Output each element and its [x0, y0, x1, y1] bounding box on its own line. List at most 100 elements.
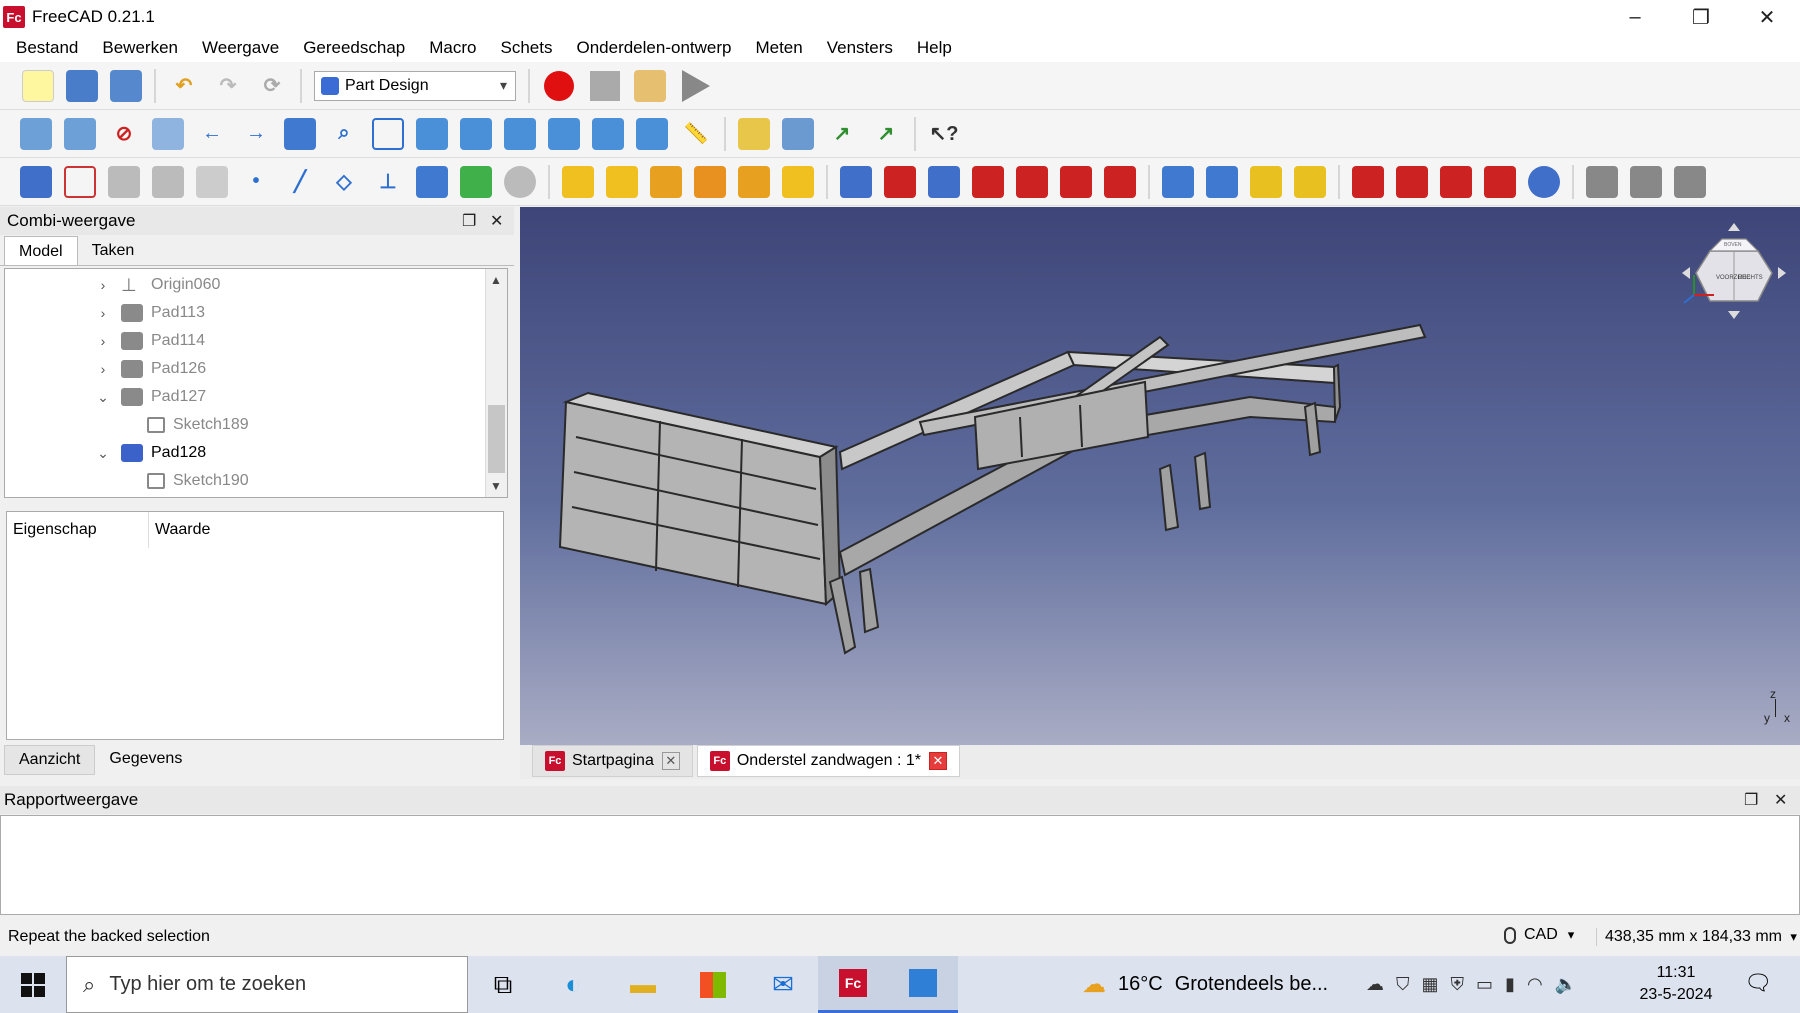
fit-all-icon[interactable] — [20, 117, 52, 150]
tab-onderstel-zandwagen[interactable]: Fc Onderstel zandwagen : 1* ✕ — [696, 745, 960, 777]
thickness-icon[interactable] — [1484, 165, 1516, 198]
dimension-readout[interactable]: 438,35 mm x 184,33 mm ▾ — [1596, 928, 1797, 946]
link-icon[interactable]: ↗ — [826, 118, 858, 150]
macro-stop-icon[interactable] — [590, 70, 620, 101]
property-column-header[interactable]: Eigenschap — [7, 512, 149, 548]
menu-meten[interactable]: Meten — [743, 38, 814, 58]
clone-body-icon[interactable] — [504, 165, 536, 198]
chamfer-icon[interactable] — [1396, 165, 1428, 198]
chevron-right-icon[interactable]: › — [95, 361, 111, 377]
wifi-icon[interactable]: ◠ — [1527, 974, 1543, 995]
hole-icon[interactable] — [884, 165, 916, 198]
menu-macro[interactable]: Macro — [417, 38, 488, 58]
redo-icon[interactable]: ↷ — [212, 70, 244, 102]
boolean-icon[interactable] — [1528, 165, 1560, 198]
macro-record-icon[interactable] — [544, 70, 574, 101]
multi-transform-icon[interactable] — [1294, 165, 1326, 198]
back-icon[interactable]: ← — [196, 118, 228, 150]
chevron-right-icon[interactable]: › — [95, 277, 111, 293]
weather-widget[interactable]: ☁ 16°C Grotendeels be... — [1082, 956, 1328, 1013]
display-icon[interactable]: ▭ — [1476, 974, 1493, 995]
scroll-down-icon[interactable]: ▼ — [490, 479, 502, 493]
menu-gereedschap[interactable]: Gereedschap — [291, 38, 417, 58]
additive-pipe-icon[interactable] — [694, 165, 726, 198]
pad-icon[interactable] — [562, 165, 594, 198]
menu-schets[interactable]: Schets — [489, 38, 565, 58]
draw-style-icon[interactable]: ⊘ — [108, 118, 140, 150]
new-document-icon[interactable] — [22, 69, 54, 102]
start-button[interactable] — [0, 956, 66, 1013]
battery-icon[interactable]: ▮ — [1505, 974, 1515, 995]
menu-onderdelen-ontwerp[interactable]: Onderdelen-ontwerp — [564, 38, 743, 58]
task-view-icon[interactable]: ⧉ — [468, 956, 538, 1013]
right-view-icon[interactable] — [504, 117, 536, 150]
create-body-icon[interactable] — [20, 165, 52, 198]
forward-icon[interactable]: → — [240, 118, 272, 150]
refresh-icon[interactable]: ⟳ — [256, 70, 288, 102]
isometric-view-icon[interactable] — [372, 117, 404, 150]
top-view-icon[interactable] — [460, 117, 492, 150]
menu-bewerken[interactable]: Bewerken — [90, 38, 190, 58]
tab-gegevens[interactable]: Gegevens — [95, 745, 196, 775]
file-explorer-icon[interactable]: ▬ — [608, 956, 678, 1013]
freecad-taskbar-icon[interactable]: Fc — [818, 956, 888, 1013]
mirrored-icon[interactable] — [1162, 165, 1194, 198]
additive-primitive-icon[interactable] — [782, 165, 814, 198]
draft-icon[interactable] — [1440, 165, 1472, 198]
measure-icon[interactable]: 📏 — [680, 118, 712, 150]
datum-line-icon[interactable]: ╱ — [284, 166, 316, 198]
volume-icon[interactable]: 🔈 — [1555, 974, 1577, 995]
groove-icon[interactable] — [928, 165, 960, 198]
chevron-right-icon[interactable]: › — [95, 333, 111, 349]
create-sketch-icon[interactable] — [64, 165, 96, 198]
subtractive-loft-icon[interactable] — [972, 165, 1004, 198]
pocket-icon[interactable] — [840, 165, 872, 198]
tab-aanzicht[interactable]: Aanzicht — [4, 745, 96, 775]
security-icon[interactable]: ⛨ — [1451, 974, 1465, 995]
rear-view-icon[interactable] — [548, 117, 580, 150]
photos-icon[interactable] — [888, 956, 958, 1013]
front-view-icon[interactable] — [416, 117, 448, 150]
linear-pattern-icon[interactable] — [1206, 165, 1238, 198]
create-part-icon[interactable] — [738, 117, 770, 150]
tree-item-sketch190[interactable]: Sketch190 — [137, 467, 249, 495]
tree-item-origin060[interactable]: › ⊥ Origin060 — [95, 271, 221, 299]
bottom-view-icon[interactable] — [592, 117, 624, 150]
scroll-up-icon[interactable]: ▲ — [490, 273, 502, 287]
workbench-selector[interactable]: Part Design ▾ — [314, 70, 516, 101]
3d-viewport[interactable]: VOORZIJDE RECHTS BOVEN z y x — [520, 207, 1800, 745]
minimize-button[interactable]: – — [1602, 0, 1668, 34]
tab-startpagina[interactable]: Fc Startpagina ✕ — [532, 745, 693, 777]
menu-bestand[interactable]: Bestand — [4, 38, 90, 58]
close-panel-icon[interactable]: ✕ — [1774, 790, 1787, 810]
tree-item-pad127[interactable]: ⌄ Pad127 — [95, 383, 206, 411]
tree-item-pad114[interactable]: › Pad114 — [95, 327, 205, 355]
polar-pattern-icon[interactable] — [1250, 165, 1282, 198]
additive-loft-icon[interactable] — [650, 165, 682, 198]
sprocket-icon[interactable] — [1586, 165, 1618, 198]
link-actions-icon[interactable]: ↗ — [870, 118, 902, 150]
open-icon[interactable] — [66, 69, 98, 102]
float-panel-icon[interactable]: ❐ — [1744, 790, 1758, 810]
subtractive-primitive-icon[interactable] — [1104, 165, 1136, 198]
mail-icon[interactable]: ✉ — [748, 956, 818, 1013]
defender-icon[interactable]: ⛉ — [1396, 974, 1410, 995]
clone-icon[interactable] — [196, 165, 228, 198]
close-panel-icon[interactable]: ✕ — [490, 211, 503, 231]
bounding-box-icon[interactable] — [152, 117, 184, 150]
scroll-thumb[interactable] — [488, 405, 505, 473]
datum-point-icon[interactable]: • — [240, 166, 272, 198]
local-cs-icon[interactable]: ⊥ — [372, 166, 404, 198]
subshape-binder-icon[interactable] — [416, 165, 448, 198]
shape-binder-icon[interactable] — [152, 165, 184, 198]
menu-help[interactable]: Help — [905, 38, 964, 58]
edge-icon[interactable]: ◐ — [538, 956, 608, 1013]
revolution-icon[interactable] — [606, 165, 638, 198]
menu-vensters[interactable]: Vensters — [815, 38, 905, 58]
close-button[interactable]: ✕ — [1734, 0, 1800, 34]
fillet-icon[interactable] — [1352, 165, 1384, 198]
float-panel-icon[interactable]: ❐ — [462, 211, 476, 231]
left-view-icon[interactable] — [636, 117, 668, 150]
zoom-icon[interactable]: ⌕ — [328, 118, 360, 150]
tree-item-sketch189[interactable]: Sketch189 — [137, 411, 249, 439]
